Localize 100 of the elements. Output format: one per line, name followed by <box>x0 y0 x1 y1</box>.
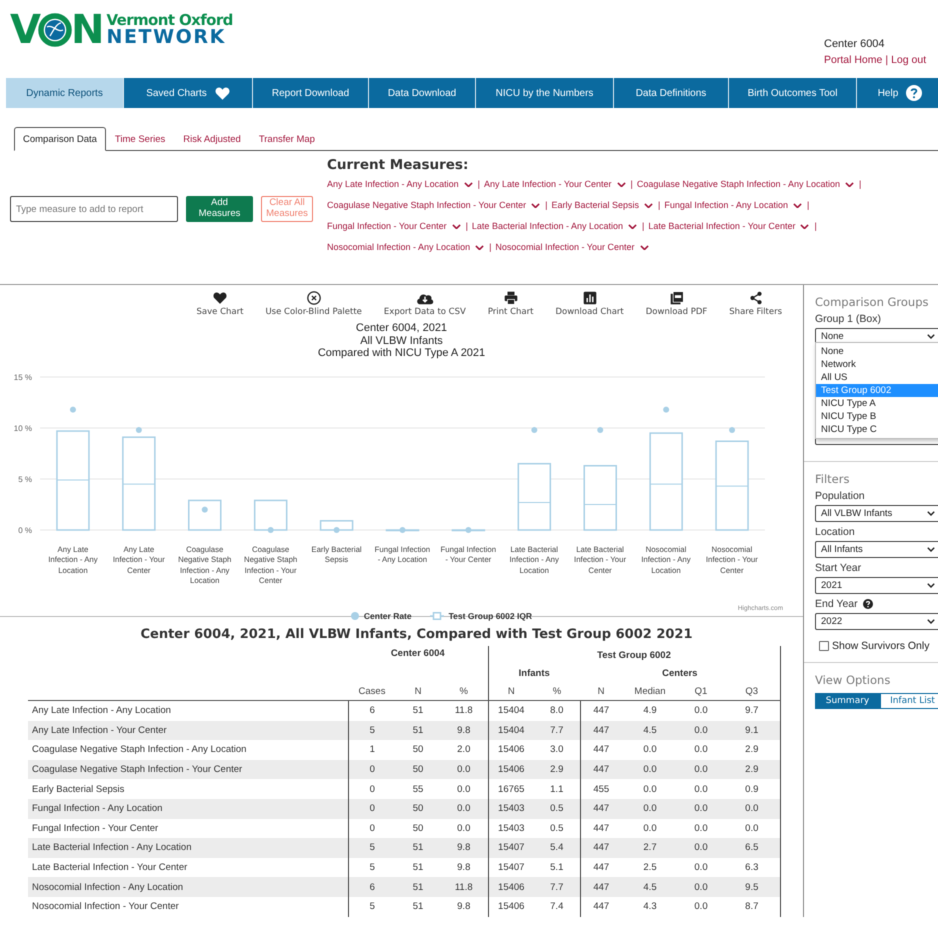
report-tab[interactable]: Risk Adjusted <box>174 129 250 150</box>
column-group-header: Test Group 6002 <box>597 650 671 660</box>
center-rate-dot <box>202 506 208 512</box>
bar-chart-icon <box>582 291 597 305</box>
chart-tool-button[interactable]: Export Data to CSV <box>372 291 477 317</box>
measure-item[interactable]: Late Bacterial Infection - Your Center <box>648 220 810 233</box>
center-rate-dot <box>70 406 76 412</box>
measure-item[interactable]: Late Bacterial Infection - Any Location <box>472 220 638 233</box>
table-cell: 0.0 <box>643 803 657 814</box>
filter-select[interactable]: All VLBW Infants <box>815 505 938 522</box>
table-cell: 4.5 <box>643 724 657 736</box>
measure-item[interactable]: Fungal Infection - Your Center <box>327 220 461 233</box>
chevron-down-icon <box>475 244 484 250</box>
report-tab[interactable]: Transfer Map <box>250 129 324 150</box>
heart-icon <box>212 291 227 305</box>
chevron-down-icon <box>800 224 810 230</box>
nav-tab[interactable]: Report Download <box>253 78 369 108</box>
row-label: Late Bacterial Infection - Any Location <box>32 842 192 854</box>
chart-tool-button[interactable]: Print Chart <box>476 291 544 317</box>
measure-separator: | <box>466 220 468 233</box>
row-label: Fungal Infection - Any Location <box>32 803 162 814</box>
view-option-tab[interactable]: Infant List <box>880 693 938 709</box>
measure-item[interactable]: Fungal Infection - Any Location <box>664 199 802 212</box>
table-cell: 5 <box>370 901 375 912</box>
dropdown-option[interactable]: None <box>816 345 938 358</box>
nav-tab[interactable]: Saved Charts <box>124 78 253 108</box>
measure-item[interactable]: Any Late Infection - Your Center <box>484 178 626 191</box>
chart-tool-button[interactable]: Download Chart <box>544 291 635 317</box>
section-title: View Options <box>815 673 892 687</box>
table-cell: 5.4 <box>550 842 564 854</box>
nav-tab[interactable]: Data Download <box>369 78 476 108</box>
table-cell: 0.0 <box>694 764 708 776</box>
filter-select[interactable]: 2022 <box>815 613 938 630</box>
help-icon[interactable] <box>862 599 873 609</box>
y-tick-label: 0 % <box>18 526 32 534</box>
table-cell: 447 <box>593 724 610 736</box>
header-link[interactable]: Log out <box>891 54 926 66</box>
iqr-box <box>583 464 617 530</box>
table-cell: 15406 <box>498 882 524 893</box>
measure-item[interactable]: Any Late Infection - Any Location <box>327 178 473 191</box>
row-label: Nosocomial Infection - Any Location <box>32 882 184 893</box>
report-tab[interactable]: Time Series <box>106 129 174 150</box>
table-cell: 8.0 <box>550 705 564 716</box>
measure-item[interactable]: Early Bacterial Sepsis <box>551 199 654 212</box>
field-label: End Year <box>815 598 858 610</box>
table-cell: 0 <box>370 784 375 795</box>
chevron-down-icon <box>927 618 935 624</box>
table-cell: 7.4 <box>550 901 564 912</box>
column-header: Q1 <box>694 686 708 696</box>
view-option-tab[interactable]: Summary <box>815 693 880 709</box>
table-cell: 0.0 <box>745 822 758 834</box>
measure-item[interactable]: Coagulase Negative Staph Infection - Any Location <box>636 178 854 191</box>
filter-select[interactable]: 2021 <box>815 577 938 594</box>
table-cell: 0.9 <box>745 784 758 795</box>
measure-item[interactable]: Nosocomial Infection - Any Location <box>327 241 484 254</box>
table-cell: 0 <box>370 803 375 814</box>
legend-dot-icon <box>350 612 359 620</box>
chevron-down-icon <box>644 202 654 208</box>
table-cell: 0.0 <box>643 784 657 795</box>
table-cell: 0.0 <box>694 705 708 716</box>
dropdown-option[interactable]: All US <box>816 371 938 384</box>
table-cell: 0.0 <box>457 822 470 834</box>
table-cell: 0.0 <box>694 784 708 795</box>
share-icon <box>748 291 763 305</box>
survivors-checkbox[interactable]: Show Survivors Only <box>819 640 938 652</box>
table-cell: 0.0 <box>745 803 758 814</box>
nav-tab[interactable]: Data Definitions <box>614 78 729 108</box>
center-rate-dot <box>663 406 670 412</box>
chart-tool-button[interactable]: Share Filters <box>718 291 793 317</box>
chart-tool-button[interactable]: Save Chart <box>186 291 254 317</box>
table-cell: 15407 <box>498 862 524 874</box>
dropdown-option[interactable]: NICU Type C <box>816 423 938 436</box>
nav-tab[interactable]: Birth Outcomes Tool <box>729 78 857 108</box>
row-label: Any Late Infection - Your Center <box>32 724 167 736</box>
center-name: Center 6004 <box>824 38 886 50</box>
row-label: Fungal Infection - Your Center <box>32 822 158 834</box>
measure-item[interactable]: Nosocomial Infection - Your Center <box>495 241 648 254</box>
legend-label[interactable]: Test Group 6002 IQR <box>448 610 532 620</box>
legend-label[interactable]: Center Rate <box>364 610 412 620</box>
table-cell: 447 <box>593 803 610 814</box>
row-label: Late Bacterial Infection - Your Center <box>32 862 188 874</box>
iqr-box <box>254 499 288 530</box>
header-link[interactable]: Portal Home <box>824 54 882 66</box>
nav-tab[interactable]: Dynamic Reports <box>6 78 124 108</box>
table-cell: 0.5 <box>550 803 564 814</box>
dropdown-option[interactable]: NICU Type A <box>816 397 938 410</box>
filter-select[interactable]: All Infants <box>815 541 938 558</box>
column-subgroup-header: Infants <box>518 668 550 678</box>
chart-tool-button[interactable]: Use Color-Blind Palette <box>254 291 373 317</box>
chart-tool-button[interactable]: Download PDF <box>634 291 718 317</box>
help-icon <box>906 85 922 101</box>
nav-tab[interactable]: NICU by the Numbers <box>476 78 614 108</box>
add-button[interactable]: Add Measures <box>186 196 253 222</box>
report-tab[interactable]: Comparison Data <box>14 127 106 151</box>
nav-tab[interactable]: Help <box>857 78 938 108</box>
measure-search-field[interactable]: Type measure to add to report <box>10 196 178 222</box>
table-cell: 15404 <box>498 724 524 736</box>
measure-item[interactable]: Coagulase Negative Staph Infection - Your Center <box>327 199 540 212</box>
dropdown-option[interactable]: Network <box>816 358 938 371</box>
dropdown-option[interactable]: NICU Type B <box>816 410 938 423</box>
